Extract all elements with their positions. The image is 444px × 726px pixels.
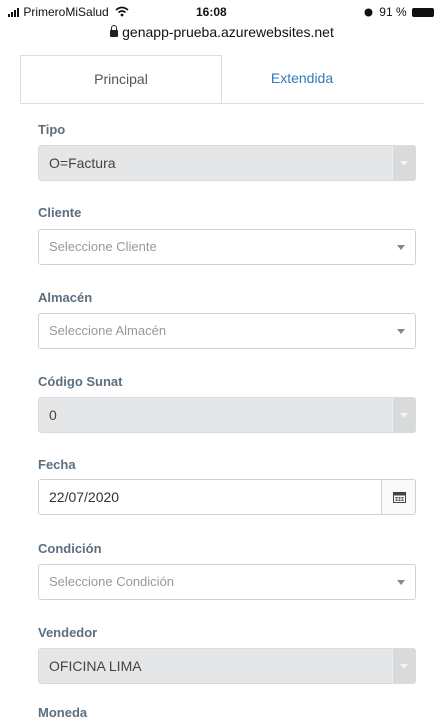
signal-icon — [8, 6, 20, 20]
status-bar: PrimeroMiSalud 16:08 91 % — [0, 0, 444, 22]
almacen-placeholder: Seleccione Almacén — [49, 323, 167, 338]
codigo-sunat-value: 0 — [49, 407, 57, 423]
vendedor-value: OFICINA LIMA — [49, 658, 142, 674]
lock-icon — [110, 25, 119, 37]
moneda-label: Moneda — [38, 705, 88, 720]
tipo-dropdown-handle — [392, 146, 415, 180]
codigo-sunat-select[interactable]: 0 — [38, 397, 416, 433]
almacen-label: Almacén — [38, 290, 93, 305]
calendar-icon — [393, 492, 406, 503]
tab-bar: Principal Extendida — [20, 55, 424, 104]
moon-icon — [364, 8, 373, 17]
codigo-sunat-label: Código Sunat — [38, 374, 123, 389]
cliente-select[interactable]: Seleccione Cliente — [38, 229, 416, 265]
tipo-label: Tipo — [38, 122, 66, 137]
battery-icon — [412, 8, 434, 17]
carrier-name: PrimeroMiSalud — [23, 5, 109, 19]
carrier-group: PrimeroMiSalud — [8, 5, 129, 20]
condicion-select[interactable]: Seleccione Condición — [38, 564, 416, 600]
almacen-select[interactable]: Seleccione Almacén — [38, 313, 416, 349]
tipo-value: O=Factura — [49, 155, 116, 171]
fecha-input[interactable]: 22/07/2020 — [38, 479, 382, 515]
vendedor-label: Vendedor — [38, 625, 98, 640]
calendar-button[interactable] — [381, 479, 416, 515]
condicion-placeholder: Seleccione Condición — [49, 574, 175, 589]
chevron-down-icon — [400, 161, 408, 166]
url-text: genapp-prueba.azurewebsites.net — [122, 24, 334, 40]
tab-principal[interactable]: Principal — [20, 55, 222, 103]
vendedor-select[interactable]: OFICINA LIMA — [38, 648, 416, 684]
tab-extendida[interactable]: Extendida — [222, 55, 382, 103]
clock: 16:08 — [196, 5, 227, 19]
chevron-down-icon — [397, 329, 405, 334]
chevron-down-icon — [397, 245, 405, 250]
cliente-placeholder: Seleccione Cliente — [49, 239, 157, 254]
tipo-select[interactable]: O=Factura — [38, 145, 416, 181]
fecha-label: Fecha — [38, 457, 76, 472]
codigo-sunat-dropdown-handle — [392, 398, 415, 432]
chevron-down-icon — [397, 580, 405, 585]
battery-group: 91 % — [364, 5, 434, 19]
cliente-label: Cliente — [38, 205, 82, 220]
condicion-label: Condición — [38, 541, 102, 556]
address-bar[interactable]: genapp-prueba.azurewebsites.net — [0, 24, 444, 44]
chevron-down-icon — [400, 664, 408, 669]
chevron-down-icon — [400, 413, 408, 418]
vendedor-dropdown-handle — [392, 649, 415, 683]
battery-percent: 91 % — [379, 5, 407, 19]
wifi-icon — [115, 6, 129, 17]
